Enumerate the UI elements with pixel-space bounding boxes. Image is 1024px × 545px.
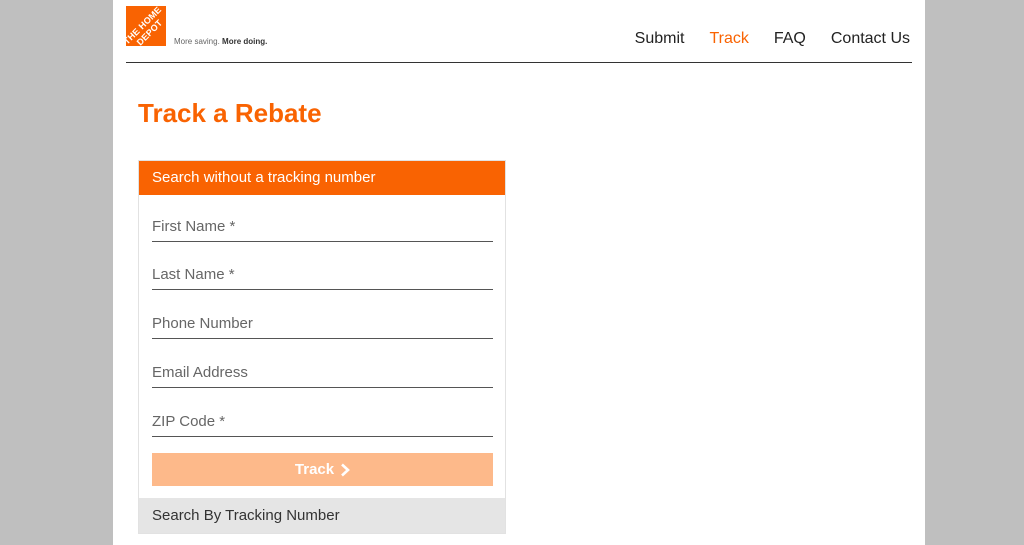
search-by-tracking-number-tab[interactable]: Search By Tracking Number [139, 498, 505, 533]
site-header: THE HOME DEPOT More saving. More doing. … [126, 0, 912, 63]
tagline-light: More saving. [174, 37, 220, 46]
home-depot-logo[interactable]: THE HOME DEPOT [126, 6, 166, 46]
email-address-input[interactable] [152, 357, 493, 388]
last-name-input[interactable] [152, 259, 493, 290]
tagline: More saving. More doing. [174, 37, 267, 46]
main-nav: Submit Track FAQ Contact Us [635, 30, 910, 48]
page-title: Track a Rebate [138, 98, 322, 128]
chevron-right-icon [341, 463, 351, 476]
tagline-bold: More doing. [222, 37, 268, 46]
track-rebate-panel: Search without a tracking number Track S… [138, 160, 506, 534]
page-container: THE HOME DEPOT More saving. More doing. … [113, 0, 925, 545]
track-button-label: Track [294, 461, 335, 478]
logo-text: THE HOME DEPOT [126, 6, 165, 46]
nav-faq[interactable]: FAQ [774, 30, 806, 48]
first-name-input[interactable] [152, 211, 493, 242]
nav-contact-us[interactable]: Contact Us [831, 30, 910, 48]
search-without-tracking-header[interactable]: Search without a tracking number [139, 161, 505, 195]
phone-number-input[interactable] [152, 308, 493, 339]
zip-code-input[interactable] [152, 406, 493, 437]
nav-submit[interactable]: Submit [635, 30, 685, 48]
track-button[interactable]: Track [152, 453, 493, 486]
nav-track[interactable]: Track [709, 30, 748, 48]
